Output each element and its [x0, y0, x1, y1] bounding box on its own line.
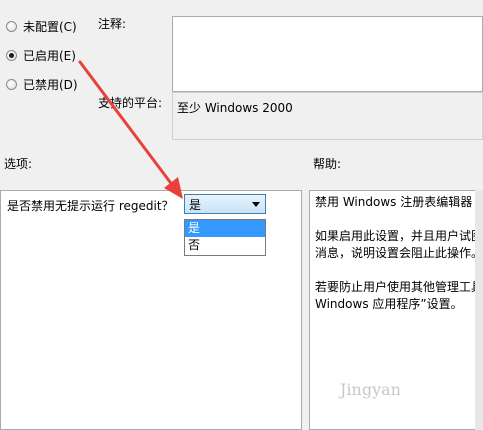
- annotation-arrow-icon: [78, 60, 183, 199]
- watermark: Jingyan: [340, 380, 401, 399]
